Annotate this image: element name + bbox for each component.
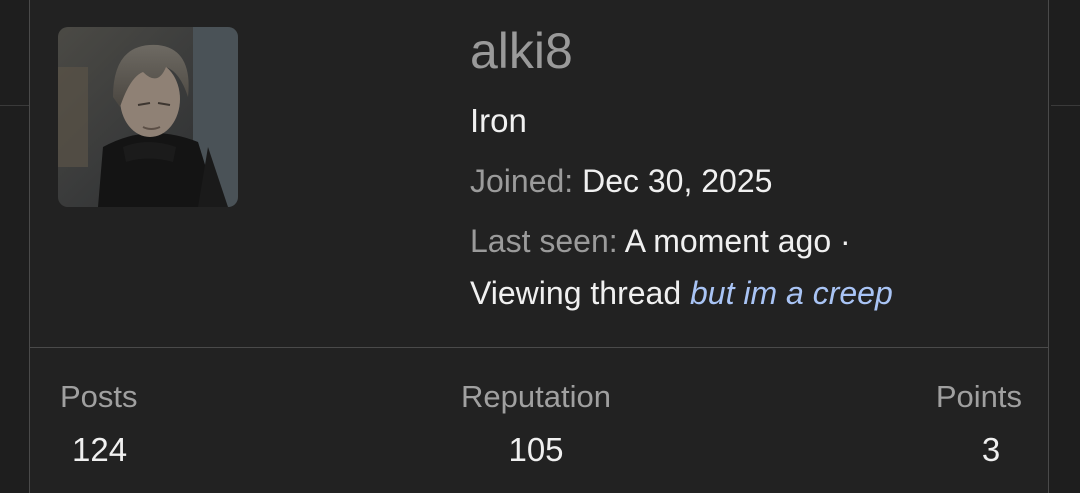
activity-text: Viewing thread <box>470 275 682 311</box>
background-divider-right <box>1051 105 1080 106</box>
joined-row: Joined: Dec 30, 2025 <box>470 161 772 201</box>
stat-reputation[interactable]: Reputation 105 <box>455 377 617 471</box>
last-seen-value: A moment ago · <box>624 223 851 259</box>
background-divider-left <box>0 105 29 106</box>
stat-posts[interactable]: Posts 124 <box>60 377 138 471</box>
user-rank: Iron <box>470 102 527 139</box>
member-card: alki8 Iron Joined: Dec 30, 2025 Last see… <box>29 0 1049 493</box>
points-label: Points <box>935 379 1022 414</box>
reputation-count: 105 <box>508 431 564 468</box>
joined-date: Dec 30, 2025 <box>582 163 773 199</box>
username[interactable]: alki8 <box>470 21 573 81</box>
points-count: 3 <box>981 431 1001 468</box>
avatar-image <box>58 27 238 207</box>
activity-row: Viewing thread but im a creep <box>470 273 893 313</box>
stat-points[interactable]: Points 3 <box>890 377 1022 471</box>
posts-count: 124 <box>72 431 128 468</box>
joined-label: Joined: <box>470 163 574 199</box>
last-seen-row: Last seen: A moment ago · <box>470 221 851 261</box>
avatar[interactable] <box>58 27 238 207</box>
posts-label: Posts <box>60 379 138 414</box>
reputation-label: Reputation <box>461 379 611 414</box>
thread-link[interactable]: but im a creep <box>690 275 893 311</box>
stats-divider <box>30 347 1048 348</box>
member-profile-page: alki8 Iron Joined: Dec 30, 2025 Last see… <box>0 0 1080 493</box>
last-seen-label: Last seen: <box>470 223 618 259</box>
